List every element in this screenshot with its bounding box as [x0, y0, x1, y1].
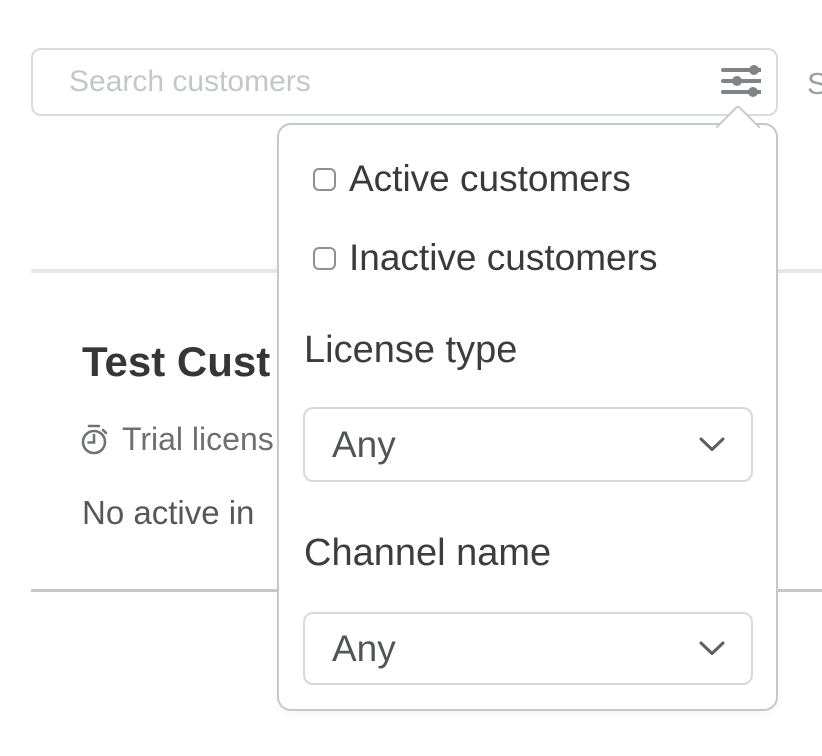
customers-page: S Test Cust Trial licens No active in Ac…: [0, 0, 822, 756]
checkbox-label: Inactive customers: [349, 237, 657, 279]
search-input[interactable]: [31, 48, 778, 116]
license-type-select[interactable]: Any: [303, 407, 753, 482]
license-type-text: Trial licens: [122, 421, 274, 458]
channel-name-label: Channel name: [304, 533, 551, 573]
checkbox-row-inactive-customers[interactable]: Inactive customers: [313, 237, 657, 279]
channel-name-select[interactable]: Any: [303, 612, 753, 685]
filter-button[interactable]: [708, 56, 768, 108]
chevron-down-icon: [699, 437, 725, 452]
timer-icon: [80, 423, 110, 456]
truncated-header-text: S: [807, 66, 822, 102]
select-value: Any: [332, 424, 699, 466]
select-value: Any: [332, 628, 699, 670]
checkbox-label: Active customers: [349, 158, 631, 200]
checkbox-row-active-customers[interactable]: Active customers: [313, 158, 631, 200]
sliders-filter-icon: [715, 63, 761, 101]
filter-popover: Active customers Inactive customers Lice…: [277, 123, 778, 711]
status-text: No active in: [82, 494, 254, 532]
customer-name-heading: Test Cust: [82, 338, 270, 386]
license-type-label: License type: [304, 330, 517, 370]
chevron-down-icon: [699, 641, 725, 656]
checkbox-icon[interactable]: [313, 168, 336, 191]
checkbox-icon[interactable]: [313, 247, 336, 270]
license-info-row: Trial licens: [80, 421, 274, 458]
